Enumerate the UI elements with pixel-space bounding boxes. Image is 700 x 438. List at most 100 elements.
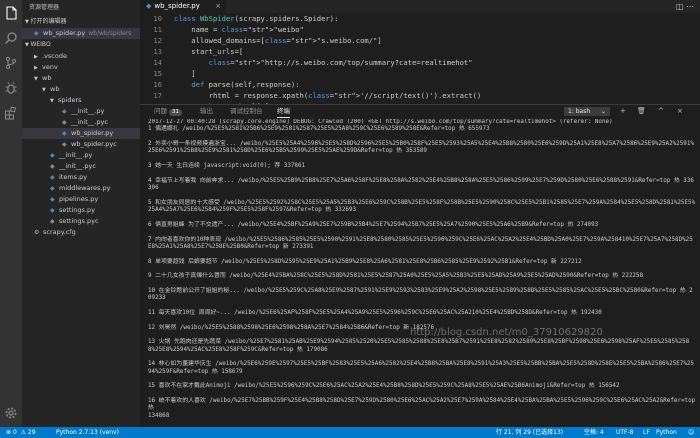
terminal-line: 9 二十几女孩子真爆什么冒而 /weibo/%25E4%25BA%258C%25… [148, 273, 644, 280]
chevron-right-icon: ▶ [34, 54, 38, 60]
tree-item[interactable]: ▶ venv [22, 62, 140, 73]
trash-icon[interactable]: 🗑 [637, 107, 646, 115]
code-text: allowed_domains=[class="str">"s.weibo.co… [174, 36, 382, 45]
python-file-icon: ◆ [50, 152, 55, 159]
tree-item[interactable]: ▼ wb [22, 84, 140, 95]
python-interpreter[interactable]: Python 2.7.13 (venv) [56, 427, 119, 438]
line-number: 13 [153, 47, 162, 56]
eol-status[interactable]: LF [643, 427, 650, 438]
terminal-line: 1 偶遇娜扎 /weibo/%25E5%2581%25B6%25E9%2581%… [148, 126, 490, 133]
editor-actions: ◫ ⋯ [676, 2, 694, 11]
activity-bar [0, 0, 22, 427]
code-line[interactable]: 10 class WbSpider(scrapy.spiders.Spider): [140, 13, 700, 24]
tree-item[interactable]: ▼ spiders [22, 95, 140, 106]
debug-icon[interactable] [4, 81, 18, 95]
terminal-line: 6 俩直男姐蜂 为了不交遗产... /weibo/%25E4%25BF%25A9… [148, 221, 599, 228]
terminal-line: 3 她一天 生日连续 javascript:void(0); 荐 337861 [148, 163, 306, 170]
python-file-icon: ◆ [62, 108, 67, 115]
tree-item[interactable]: ▶ .vscode [22, 51, 140, 62]
tree-item-label: wb [50, 85, 60, 93]
new-terminal-button[interactable]: + [620, 107, 626, 115]
tree-item[interactable]: ◆ __init__.py [22, 150, 140, 161]
tree-item[interactable]: ◆ __init__.pyc [22, 117, 140, 128]
tree-item[interactable]: ◆ __init__.pyc [22, 161, 140, 172]
smiley-icon[interactable]: ☺ [688, 427, 694, 438]
tree-item[interactable]: ◆ settings.pyc [22, 216, 140, 227]
tree-item-label: .vscode [42, 52, 67, 60]
code-editor[interactable]: 10 class WbSpider(scrapy.spiders.Spider):… [140, 13, 700, 104]
tree-item-label: __init__.py [59, 151, 93, 159]
code-line[interactable]: 13 start_urls=[ [140, 46, 700, 57]
tree-item-label: pipelines.py [59, 195, 99, 203]
indentation-status[interactable]: 空格: 4 [584, 427, 604, 438]
python-file-icon: ◆ [34, 30, 39, 37]
python-file-icon: ◆ [50, 196, 55, 203]
close-icon[interactable]: × [215, 0, 221, 13]
search-icon[interactable] [4, 31, 18, 45]
tab-output[interactable]: 输出 [200, 105, 213, 118]
compiled-file-icon: ◆ [62, 119, 67, 126]
cursor-position[interactable]: 行 21, 列 29 (已选择13) [496, 427, 563, 438]
explorer-sidebar: 资源管理器 ▼ 打开的编辑器 ◆ wb_spider.py wb/wb/spider… [22, 0, 140, 427]
split-editor-icon[interactable]: ◫ [676, 2, 684, 11]
panel-tab-bar: 问题 31 输出 调试控制台 终端 1: bash ⌄ + 🗑 ^ × [140, 105, 700, 118]
tree-item[interactable]: ◆ settings.py [22, 205, 140, 216]
tree-item-label: __init__.pyc [59, 162, 96, 170]
tab-wb-spider[interactable]: ◆ wb_spider.py × [140, 0, 226, 13]
tree-item[interactable]: ◆ middlewares.py [22, 183, 140, 194]
line-number: 16 [153, 80, 162, 89]
workspace-section[interactable]: ▼ WEIBO [22, 39, 140, 51]
terminal-line: 13 火锅 先跑肉还是先蔬菜 /weibo/%25E7%2581%25AB%25… [148, 339, 690, 353]
tree-item[interactable]: ▼ wb [22, 73, 140, 84]
encoding-status[interactable]: UTF-8 [616, 427, 634, 438]
python-file-icon: ◆ [50, 174, 55, 181]
language-mode[interactable]: Python [656, 427, 677, 438]
code-line[interactable]: 17 rhtml = response.xpath(class="str">'/… [140, 90, 700, 101]
line-number: 17 [153, 91, 162, 100]
compiled-file-icon: ◆ [50, 218, 55, 225]
tab-problems[interactable]: 问题 31 [154, 105, 182, 118]
tree-item-label: wb_spider.pyc [71, 140, 117, 148]
tab-debug-console[interactable]: 调试控制台 [230, 105, 263, 118]
error-icon: ⊗ [6, 429, 12, 436]
tree-item-label: middlewares.py [59, 184, 111, 192]
tab-terminal[interactable]: 终端 [277, 105, 290, 118]
code-line[interactable]: 12 allowed_domains=[class="str">"s.weibo… [140, 35, 700, 46]
terminal-output[interactable]: 2017-12-27 00:40:28 [scrapy.core.engine]… [148, 119, 696, 426]
open-editor-item[interactable]: ◆ wb_spider.py wb/wb/spiders [22, 28, 140, 39]
maximize-panel-button[interactable]: ^ [658, 107, 664, 115]
open-editors-section[interactable]: ▼ 打开的编辑器 [22, 16, 140, 28]
close-panel-button[interactable]: × [677, 107, 683, 115]
terminal-line: 16 统不着欢的人喜欢 /weibo/%25E7%25BB%259F%25E4%… [148, 398, 696, 412]
code-line[interactable]: 15 ] [140, 68, 700, 79]
tree-item[interactable]: ⚙ scrapy.cfg [22, 227, 140, 238]
line-number: 14 [153, 58, 162, 67]
tree-item[interactable]: ◆ wb_spider.py [22, 128, 140, 139]
terminal-line: 10 在金铃题前公开了姐姐的秘... /weibo/%25E5%259C%25A… [148, 287, 693, 302]
source-control-icon[interactable] [4, 56, 18, 70]
tree-item[interactable]: ◆ items.py [22, 172, 140, 183]
compiled-file-icon: ◆ [62, 141, 67, 148]
terminal-line: 15 喜欢不在家才戴此Animoji /weibo/%25E5%2596%259… [148, 383, 620, 390]
code-line[interactable]: 11 name = class="str">"weibo" [140, 24, 700, 35]
line-number: 11 [153, 25, 162, 34]
minimap[interactable] [662, 13, 700, 104]
extensions-icon[interactable] [4, 106, 18, 120]
code-line[interactable]: 14 class="str">"http://s.weibo.com/top/s… [140, 57, 700, 68]
tree-item[interactable]: ◆ pipelines.py [22, 194, 140, 205]
more-icon[interactable]: ⋯ [686, 2, 694, 11]
tree-item[interactable]: ◆ wb_spider.pyc [22, 139, 140, 150]
code-text: class WbSpider(scrapy.spiders.Spider): [174, 14, 339, 23]
tree-item-label: settings.py [59, 206, 95, 214]
tree-item-label: wb_spider.py [71, 129, 114, 137]
code-line[interactable]: 16 def parse(self,response): [140, 79, 700, 90]
files-icon[interactable] [4, 6, 18, 20]
gear-icon[interactable] [4, 406, 18, 420]
bottom-panel: 问题 31 输出 调试控制台 终端 1: bash ⌄ + 🗑 ^ × 2017-1… [140, 104, 700, 427]
errors-status[interactable]: ⊗ 0 ⚠ 29 [6, 427, 36, 438]
terminal-line: 7 内向者喜欢你的10种表现 /weibo/%25E5%2586%2585%25… [148, 236, 693, 250]
tree-item[interactable]: ◆ __init__.py [22, 106, 140, 117]
terminal-select[interactable]: 1: bash ⌄ [564, 107, 610, 116]
